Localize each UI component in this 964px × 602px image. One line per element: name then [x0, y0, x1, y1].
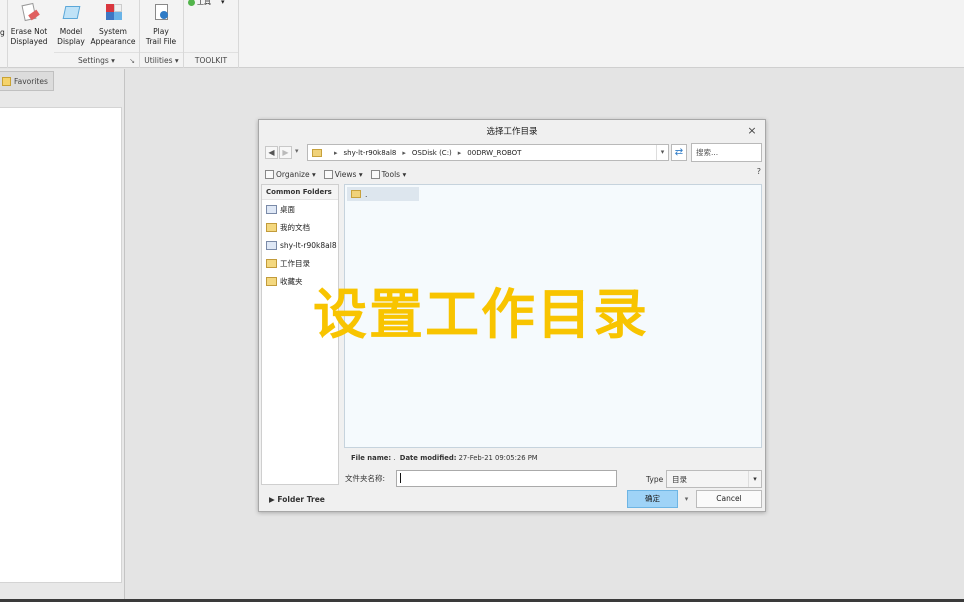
forward-arrow-icon[interactable]: ▶ — [279, 146, 292, 159]
common-folder-computer[interactable]: shy-lt-r90k8al8 — [262, 236, 338, 254]
chevron-down-icon[interactable]: ▾ — [656, 145, 668, 160]
dialog-title: 选择工作目录 — [486, 127, 538, 137]
ok-button[interactable]: 确定 — [627, 490, 678, 508]
address-bar[interactable]: ▸ shy-lt-r90k8al8 ▸ OSDisk (C:) ▸ 00DRW_… — [307, 144, 669, 161]
cube-icon — [60, 2, 82, 24]
play-trail-file-label: Play Trail File — [145, 27, 177, 46]
ribbon-separator — [238, 0, 239, 68]
tools-icon — [370, 169, 380, 179]
tools-menu[interactable]: Tools ▾ — [370, 169, 406, 179]
type-label: Type — [646, 475, 664, 484]
folder-name-input[interactable] — [396, 470, 617, 487]
back-arrow-icon[interactable]: ◀ — [265, 146, 278, 159]
toolkit-menu[interactable]: 工具 ▾ — [188, 0, 225, 8]
type-select[interactable]: 目录 ▾ — [666, 470, 762, 488]
palette-icon — [102, 2, 124, 24]
desktop-icon — [266, 204, 277, 214]
text-caret — [400, 473, 401, 483]
folder-name-label: 文件夹名称: — [345, 474, 386, 483]
computer-icon — [266, 240, 277, 250]
toolkit-label: 工具 — [197, 0, 211, 6]
folder-icon — [312, 148, 322, 157]
ok-options-dropdown-icon[interactable]: ▾ — [681, 490, 692, 508]
help-cursor-icon[interactable]: ? — [757, 167, 761, 176]
navigator-tree-area — [0, 107, 122, 583]
system-appearance-button[interactable]: System Appearance — [90, 0, 136, 50]
breadcrumb-disk[interactable]: OSDisk (C:) — [412, 149, 452, 157]
dialog-launcher-icon[interactable]: ↘ — [129, 57, 135, 65]
common-folder-desktop[interactable]: 桌面 — [262, 200, 338, 218]
common-folder-documents[interactable]: 我的文档 — [262, 218, 338, 236]
tab-favorites-label: Favorites — [14, 76, 48, 86]
working-directory-icon — [266, 258, 277, 268]
favorites-folder-icon — [266, 276, 277, 286]
favorites-icon — [2, 76, 11, 86]
search-input[interactable]: 搜索... — [691, 143, 762, 162]
organize-menu[interactable]: Organize ▾ — [265, 169, 316, 179]
file-info: File name: . Date modified: 27-Feb-21 09… — [351, 454, 538, 462]
breadcrumb-host[interactable]: shy-lt-r90k8al8 — [344, 149, 397, 157]
toolkit-group-label: TOOLKIT — [184, 52, 238, 68]
settings-group-label[interactable]: Settings ▾ ↘ — [54, 52, 139, 68]
folder-icon — [351, 190, 361, 198]
model-display-label: Model Display — [57, 27, 85, 46]
list-item[interactable]: . — [347, 187, 419, 201]
ribbon-separator — [7, 0, 8, 68]
navigator-panel: Favorites — [0, 69, 125, 602]
close-icon[interactable]: × — [745, 124, 759, 138]
documents-icon — [266, 222, 277, 232]
common-folders-header: Common Folders — [262, 185, 338, 200]
views-menu[interactable]: Views ▾ — [323, 169, 363, 179]
ribbon-cut-label: g — [0, 28, 5, 37]
history-dropdown-icon[interactable]: ▾ — [295, 147, 299, 155]
overlay-caption: 设置工作目录 — [313, 283, 649, 346]
erase-not-displayed-label: Erase Not Displayed — [10, 27, 48, 46]
chevron-right-icon: ▶ — [269, 495, 275, 504]
system-appearance-label: System Appearance — [90, 27, 136, 46]
refresh-icon[interactable]: ⇄ — [671, 144, 687, 161]
model-display-button[interactable]: Model Display — [54, 0, 88, 50]
cancel-button[interactable]: Cancel — [696, 490, 762, 508]
organize-icon — [265, 169, 274, 179]
breadcrumb-folder[interactable]: 00DRW_ROBOT — [467, 149, 521, 157]
chevron-down-icon: ▾ — [221, 0, 225, 6]
play-trail-file-button[interactable]: Play Trail File — [142, 0, 180, 50]
eraser-icon — [18, 2, 40, 24]
toolkit-icon — [188, 0, 195, 6]
views-icon — [323, 169, 333, 179]
chevron-down-icon: ▾ — [748, 471, 761, 487]
dialog-toolbar: Organize ▾ Views ▾ Tools ▾ ? — [265, 166, 761, 182]
erase-not-displayed-button[interactable]: Erase Not Displayed — [9, 0, 49, 50]
play-trail-icon — [150, 2, 172, 24]
tab-favorites[interactable]: Favorites — [0, 71, 54, 91]
folder-tree-toggle[interactable]: ▶ Folder Tree — [269, 495, 325, 504]
ribbon: g Erase Not Displayed Model Display Syst… — [0, 0, 964, 68]
utilities-group-label[interactable]: Utilities ▾ — [140, 52, 183, 68]
